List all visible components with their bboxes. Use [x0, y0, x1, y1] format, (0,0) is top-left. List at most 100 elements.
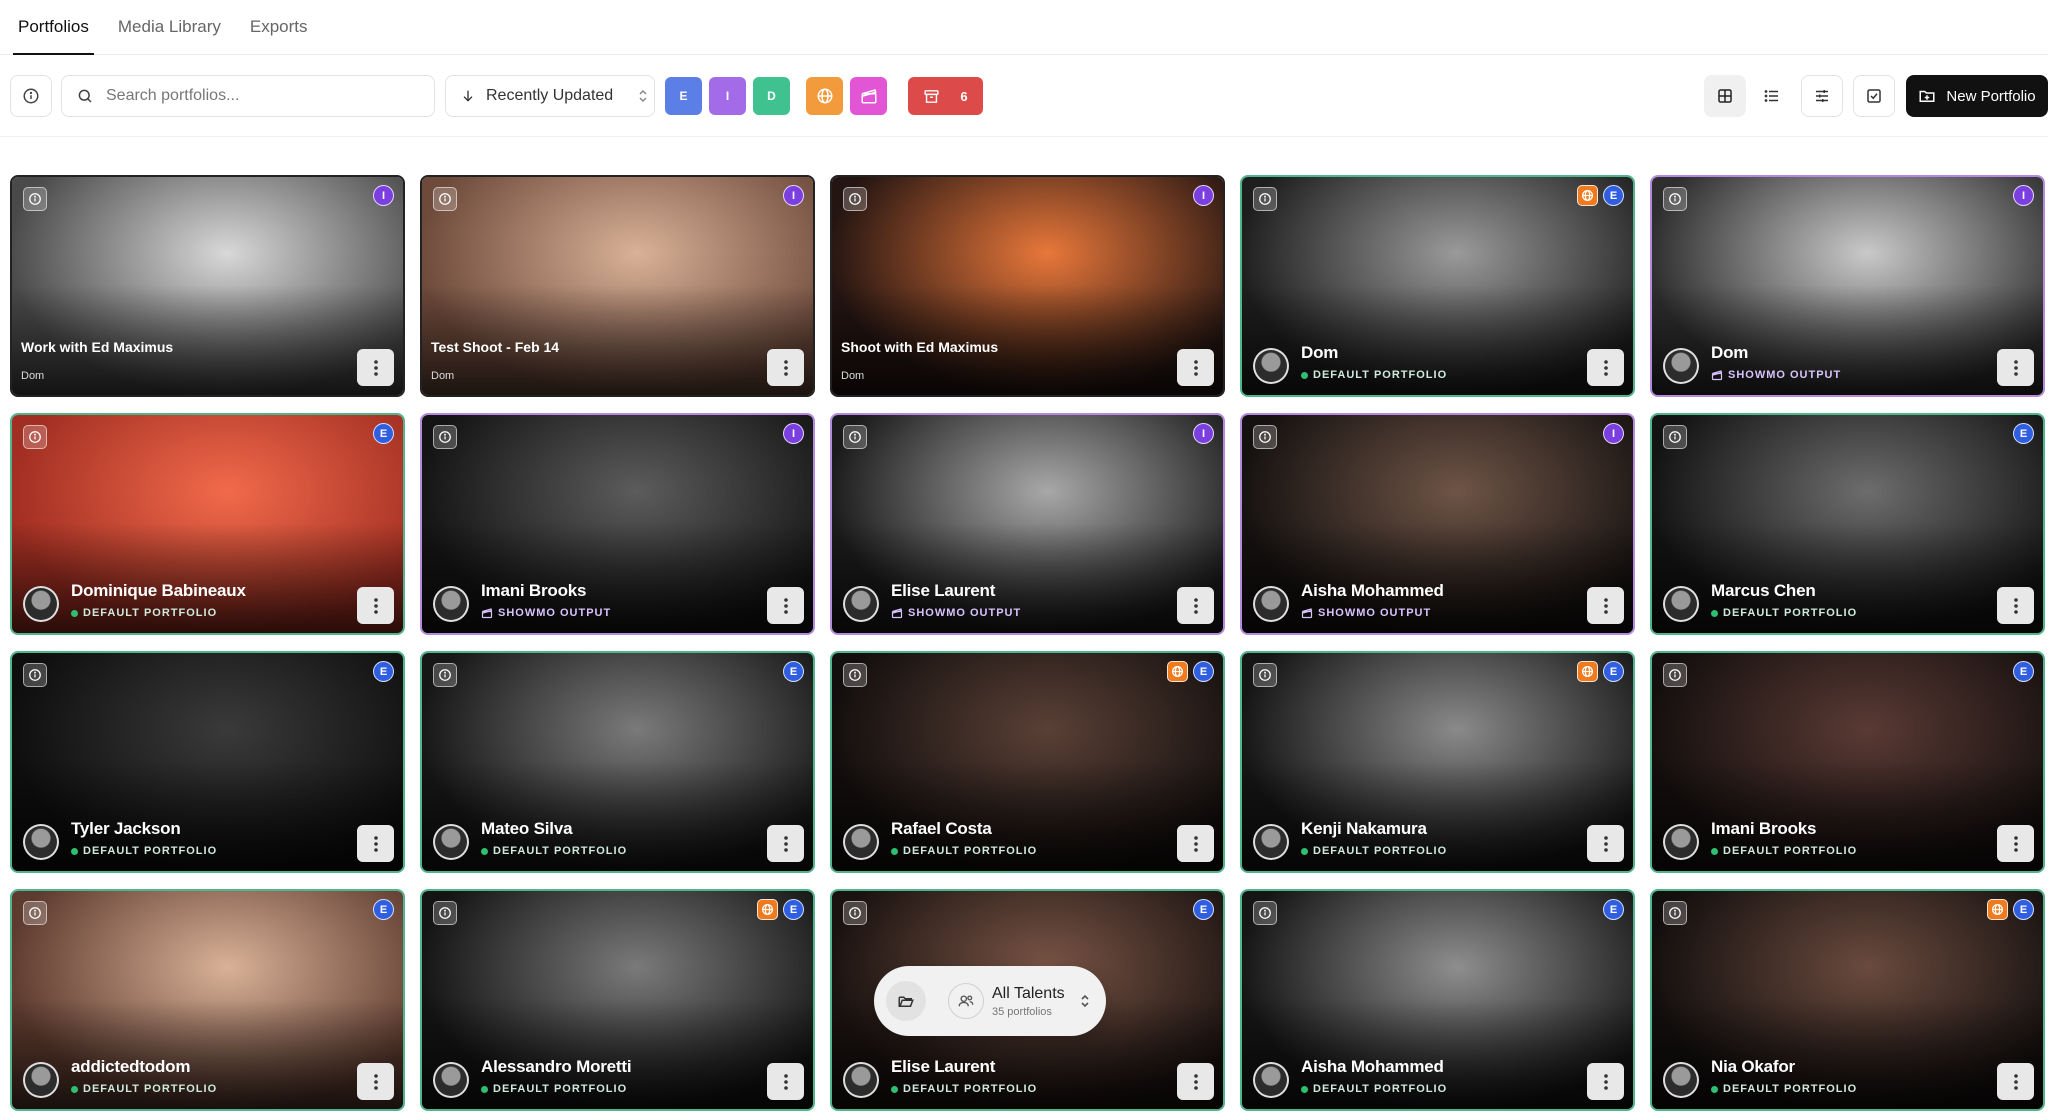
archive-button[interactable]: 6 — [908, 77, 983, 115]
tab-portfolios[interactable]: Portfolios — [13, 17, 94, 55]
portfolio-card[interactable]: I Elise Laurent SHOWMO OUTPUT — [830, 413, 1225, 635]
card-more-button[interactable] — [767, 825, 804, 862]
card-badges: E — [1167, 661, 1214, 682]
card-more-button[interactable] — [1587, 349, 1624, 386]
filter-chip-d[interactable]: D — [753, 77, 790, 115]
talent-switcher-text: All Talents 35 portfolios — [992, 985, 1065, 1018]
portfolio-card[interactable]: E Imani Brooks DEFAULT PORTFOLIO — [1650, 651, 2045, 873]
card-more-button[interactable] — [767, 587, 804, 624]
type-badge-e: E — [783, 899, 804, 920]
divider — [0, 136, 2048, 137]
search-input[interactable] — [106, 87, 406, 105]
portfolio-card[interactable]: E Nia Okafor DEFAULT PORTFOLIO — [1650, 889, 2045, 1111]
portfolio-card[interactable]: I Shoot with Ed Maximus Dom — [830, 175, 1225, 397]
info-icon — [28, 906, 42, 920]
card-more-button[interactable] — [1177, 825, 1214, 862]
card-more-button[interactable] — [1587, 825, 1624, 862]
portfolio-card[interactable]: E Mateo Silva DEFAULT PORTFOLIO — [420, 651, 815, 873]
card-info-button[interactable] — [843, 425, 867, 449]
list-view-button[interactable] — [1751, 75, 1793, 117]
folder-button[interactable] — [886, 981, 926, 1021]
card-more-button[interactable] — [1177, 587, 1214, 624]
card-more-button[interactable] — [357, 1063, 394, 1100]
portfolio-card[interactable]: E Alessandro Moretti DEFAULT PORTFOLIO — [420, 889, 815, 1111]
card-info-button[interactable] — [1253, 663, 1277, 687]
card-more-button[interactable] — [1177, 1063, 1214, 1100]
avatar — [843, 586, 879, 622]
talent-name: Dominique Babineaux — [71, 581, 246, 600]
filter-chip-e[interactable]: E — [665, 77, 702, 115]
card-info-button[interactable] — [1663, 901, 1687, 925]
type-badge-e: E — [373, 423, 394, 444]
card-info-button[interactable] — [23, 663, 47, 687]
portfolio-card[interactable]: E Aisha Mohammed DEFAULT PORTFOLIO — [1240, 889, 1635, 1111]
talent-name: Alessandro Moretti — [481, 1057, 632, 1076]
portfolio-card[interactable]: E Kenji Nakamura DEFAULT PORTFOLIO — [1240, 651, 1635, 873]
filter-chip-i[interactable]: I — [709, 77, 746, 115]
card-more-button[interactable] — [1997, 587, 2034, 624]
tab-media-library[interactable]: Media Library — [118, 17, 221, 54]
filter-chip-web[interactable] — [806, 77, 843, 115]
card-info-button[interactable] — [1253, 187, 1277, 211]
portfolio-card[interactable]: E Tyler Jackson DEFAULT PORTFOLIO — [10, 651, 405, 873]
card-badges: E — [1577, 185, 1624, 206]
portfolio-type: SHOWMO OUTPUT — [891, 607, 1021, 619]
card-more-button[interactable] — [1177, 349, 1214, 386]
card-more-button[interactable] — [1997, 825, 2034, 862]
info-button[interactable] — [10, 75, 52, 117]
card-more-button[interactable] — [767, 1063, 804, 1100]
card-info-button[interactable] — [843, 187, 867, 211]
card-info-button[interactable] — [23, 187, 47, 211]
card-more-button[interactable] — [357, 825, 394, 862]
portfolio-owner: Dom — [21, 370, 45, 382]
portfolio-card[interactable]: I Dom SHOWMO OUTPUT — [1650, 175, 2045, 397]
card-more-button[interactable] — [1587, 1063, 1624, 1100]
card-info-button[interactable] — [1663, 187, 1687, 211]
card-info-button[interactable] — [23, 425, 47, 449]
new-portfolio-button[interactable]: New Portfolio — [1906, 75, 2048, 117]
card-info-button[interactable] — [433, 187, 457, 211]
card-info-button[interactable] — [23, 901, 47, 925]
tab-exports[interactable]: Exports — [250, 17, 308, 54]
card-info-button[interactable] — [1663, 663, 1687, 687]
portfolio-card[interactable]: Eaddictedtodom DEFAULT PORTFOLIO — [10, 889, 405, 1111]
filters-button[interactable] — [1801, 75, 1843, 117]
more-vertical-icon — [783, 359, 788, 376]
talent-switcher[interactable]: All Talents 35 portfolios — [874, 966, 1106, 1036]
portfolio-card[interactable]: I Aisha Mohammed SHOWMO OUTPUT — [1240, 413, 1635, 635]
card-more-button[interactable] — [1587, 587, 1624, 624]
chevron-updown-icon — [1081, 994, 1089, 1008]
card-info-button[interactable] — [433, 425, 457, 449]
select-mode-button[interactable] — [1853, 75, 1895, 117]
portfolio-card[interactable]: E Dominique Babineaux DEFAULT PORTFOLIO — [10, 413, 405, 635]
type-badge-e: E — [373, 899, 394, 920]
grid-view-button[interactable] — [1704, 75, 1746, 117]
card-info-button[interactable] — [843, 901, 867, 925]
card-more-button[interactable] — [357, 587, 394, 624]
card-more-button[interactable] — [357, 349, 394, 386]
filter-chip-showmo[interactable] — [850, 77, 887, 115]
more-vertical-icon — [1193, 359, 1198, 376]
card-more-button[interactable] — [767, 349, 804, 386]
portfolio-type-label: DEFAULT PORTFOLIO — [1723, 1083, 1858, 1095]
card-info-button[interactable] — [1253, 425, 1277, 449]
card-badges: I — [783, 423, 804, 444]
portfolio-card[interactable]: I Imani Brooks SHOWMO OUTPUT — [420, 413, 815, 635]
card-info-button[interactable] — [1253, 901, 1277, 925]
card-badges: E — [1193, 899, 1214, 920]
card-info-button[interactable] — [843, 663, 867, 687]
card-info-button[interactable] — [1663, 425, 1687, 449]
card-more-button[interactable] — [1997, 349, 2034, 386]
talent-name: Elise Laurent — [891, 1057, 996, 1076]
card-info-button[interactable] — [433, 901, 457, 925]
portfolio-card[interactable]: I Work with Ed Maximus Dom — [10, 175, 405, 397]
portfolio-card[interactable]: E Dom DEFAULT PORTFOLIO — [1240, 175, 1635, 397]
sort-select[interactable]: Recently Updated — [445, 75, 655, 117]
portfolio-card[interactable]: E Rafael Costa DEFAULT PORTFOLIO — [830, 651, 1225, 873]
portfolio-card[interactable]: E Marcus Chen DEFAULT PORTFOLIO — [1650, 413, 2045, 635]
card-more-button[interactable] — [1997, 1063, 2034, 1100]
portfolio-type: DEFAULT PORTFOLIO — [891, 1083, 1037, 1095]
clapperboard-icon — [1301, 607, 1313, 619]
card-info-button[interactable] — [433, 663, 457, 687]
portfolio-card[interactable]: I Test Shoot - Feb 14 Dom — [420, 175, 815, 397]
